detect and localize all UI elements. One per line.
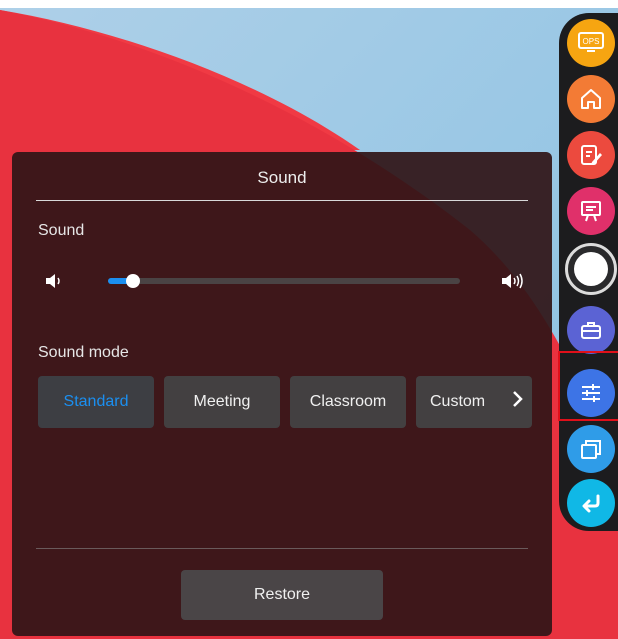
volume-high-icon[interactable] bbox=[500, 272, 530, 290]
dock-whiteboard-button[interactable] bbox=[567, 187, 615, 235]
selected-dock-highlight bbox=[558, 351, 618, 421]
ops-icon-text: OPS bbox=[583, 37, 600, 46]
back-icon bbox=[582, 494, 600, 513]
dock-circle-button[interactable] bbox=[565, 243, 617, 295]
dock-note-button[interactable] bbox=[567, 131, 615, 179]
chevron-right-icon[interactable] bbox=[512, 390, 524, 408]
dock-windows-button[interactable] bbox=[567, 425, 615, 473]
mode-classroom-button[interactable]: Classroom bbox=[290, 376, 406, 428]
volume-low-icon[interactable] bbox=[44, 273, 64, 289]
dock-ops-button[interactable]: OPS bbox=[567, 19, 615, 67]
volume-slider[interactable] bbox=[108, 274, 460, 288]
bottom-divider bbox=[36, 548, 528, 549]
mode-meeting-button[interactable]: Meeting bbox=[164, 376, 280, 428]
side-dock: OPS bbox=[559, 13, 618, 531]
panel-title: Sound bbox=[257, 168, 307, 187]
dock-back-button[interactable] bbox=[567, 479, 615, 527]
home-icon bbox=[581, 89, 601, 109]
note-edit-icon bbox=[581, 145, 602, 165]
mode-standard-button[interactable]: Standard bbox=[38, 376, 154, 428]
toolbox-icon bbox=[581, 322, 601, 339]
windows-icon bbox=[581, 440, 601, 459]
sound-panel: Sound Sound Sound mode Standard Meeting … bbox=[12, 152, 552, 636]
dock-home-button[interactable] bbox=[567, 75, 615, 123]
sound-mode-label: Sound mode bbox=[38, 344, 129, 361]
title-divider bbox=[36, 200, 528, 201]
restore-button[interactable]: Restore bbox=[181, 570, 383, 620]
dock-toolbox-button[interactable] bbox=[567, 306, 615, 354]
ops-icon: OPS bbox=[578, 32, 604, 52]
volume-slider-thumb[interactable] bbox=[125, 274, 140, 288]
circle-shortcut-icon bbox=[574, 252, 608, 286]
whiteboard-icon bbox=[581, 201, 601, 222]
sound-label: Sound bbox=[38, 222, 85, 239]
